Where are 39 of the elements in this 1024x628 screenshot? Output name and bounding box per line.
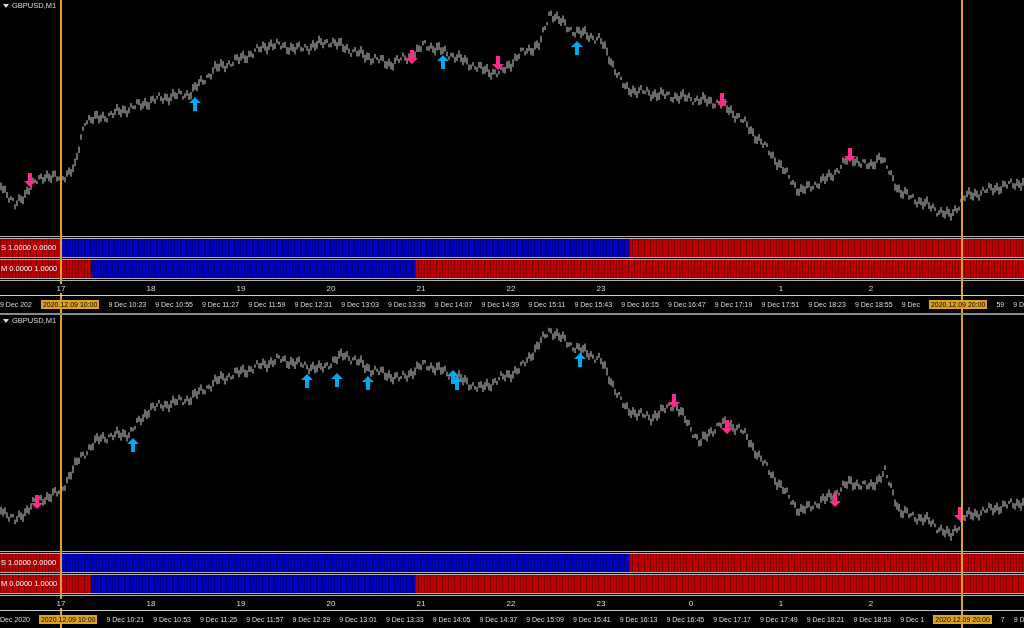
hour-label: 1 <box>777 598 785 608</box>
hour-label: 0 <box>687 598 695 608</box>
dropdown-triangle-icon[interactable] <box>3 3 9 8</box>
down-arrow-icon <box>721 420 733 434</box>
up-arrow-icon <box>331 373 343 387</box>
down-arrow-icon <box>24 173 36 187</box>
down-arrow-icon <box>829 493 841 507</box>
hour-label: 20 <box>325 598 337 608</box>
hour-label: 2 <box>867 283 875 293</box>
hour-label: 21 <box>415 598 427 608</box>
hour-label: 22 <box>505 283 517 293</box>
hour-label: 18 <box>145 283 157 293</box>
hour-label: 20 <box>325 283 337 293</box>
hour-label: 1 <box>777 283 785 293</box>
hour-label: 17 <box>55 598 67 608</box>
hour-label: 19 <box>235 283 247 293</box>
hour-label: 18 <box>145 598 157 608</box>
hour-label: 19 <box>235 598 247 608</box>
up-arrow-icon <box>362 376 374 390</box>
hour-label: 22 <box>505 598 517 608</box>
up-arrow-icon <box>447 370 459 384</box>
hour-label: 2 <box>867 598 875 608</box>
down-arrow-icon <box>716 93 728 107</box>
up-arrow-icon <box>301 374 313 388</box>
down-arrow-icon <box>31 495 43 509</box>
hour-label: 23 <box>595 283 607 293</box>
down-arrow-icon <box>406 50 418 64</box>
down-arrow-icon <box>668 394 680 408</box>
dropdown-triangle-icon[interactable] <box>3 318 9 323</box>
up-arrow-icon <box>127 438 139 452</box>
hour-label: 17 <box>55 283 67 293</box>
up-arrow-icon <box>571 41 583 55</box>
up-arrow-icon <box>189 97 201 111</box>
up-arrow-icon <box>437 55 449 69</box>
down-arrow-icon <box>492 56 504 70</box>
hour-label: 23 <box>595 598 607 608</box>
up-arrow-icon <box>574 353 586 367</box>
hour-label: 21 <box>415 283 427 293</box>
down-arrow-icon <box>844 148 856 162</box>
